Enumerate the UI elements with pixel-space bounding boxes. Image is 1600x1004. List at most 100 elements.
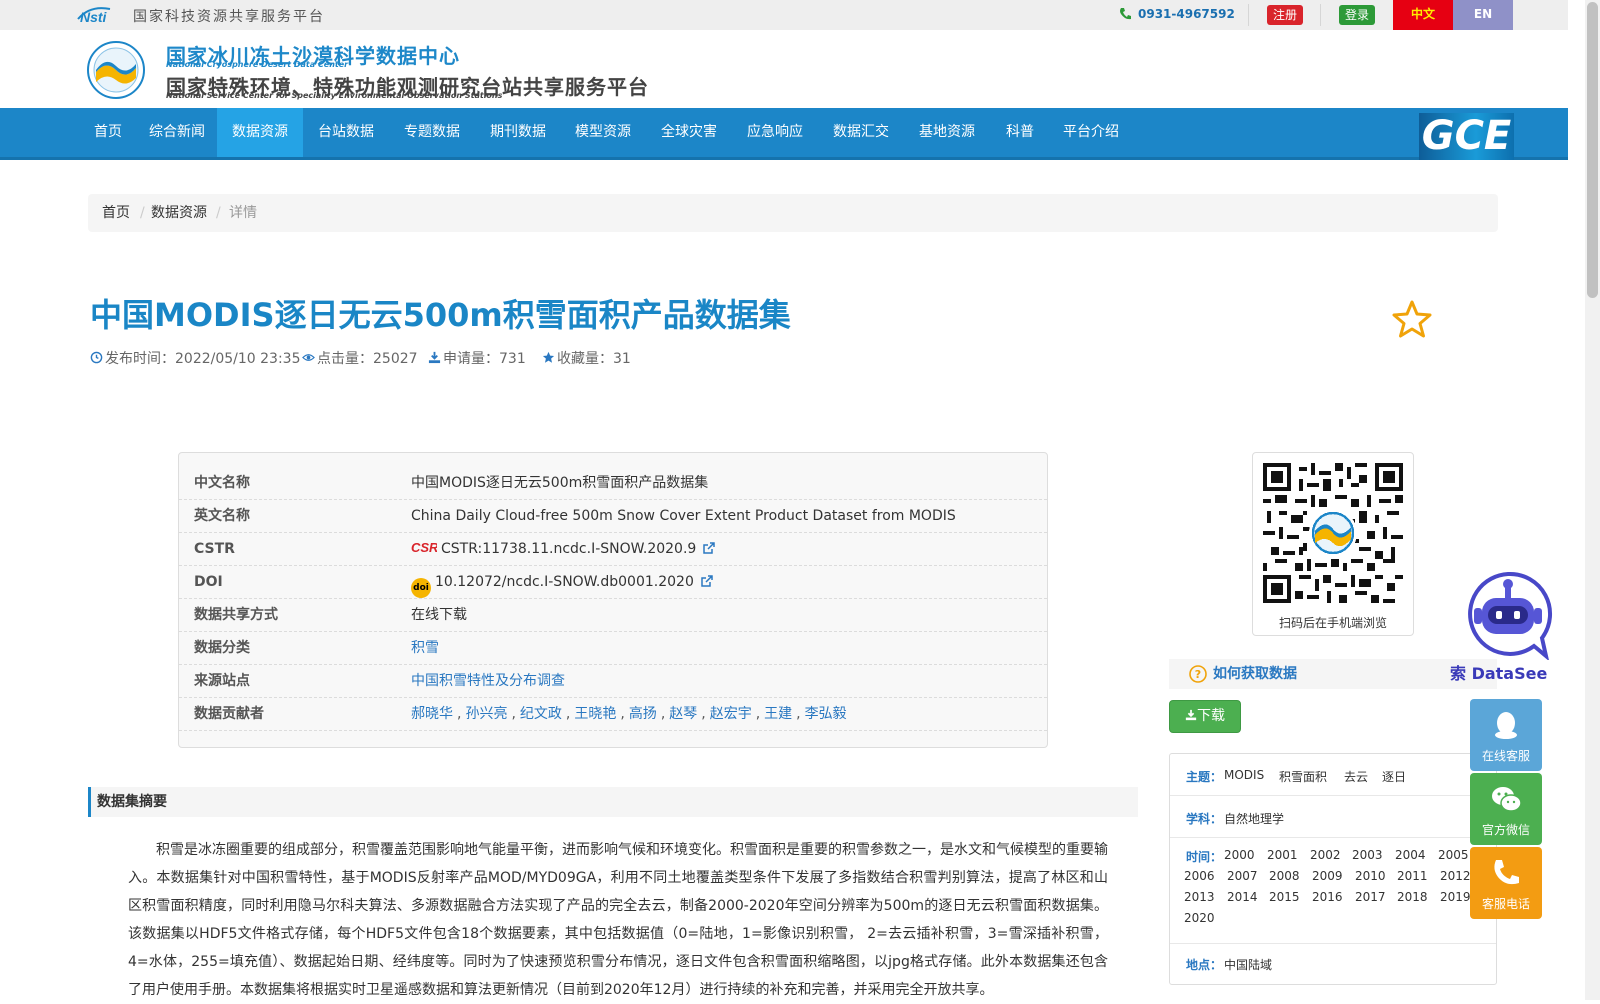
year-tag[interactable]: 2007 — [1227, 869, 1258, 883]
cstr-link[interactable]: CSTR:11738.11.ncdc.I-SNOW.2020.9 — [441, 541, 696, 557]
year-tag[interactable]: 2018 — [1397, 890, 1428, 904]
download-icon — [1185, 709, 1197, 721]
contributor-link[interactable]: 王建 — [764, 706, 792, 722]
external-link-icon[interactable] — [702, 541, 716, 555]
qr-code-image — [1263, 463, 1403, 603]
category-link[interactable]: 积雪 — [411, 632, 439, 665]
contributor-link[interactable]: 纪文政 — [520, 706, 562, 722]
doi-link[interactable]: 10.12072/ncdc.I-SNOW.db0001.2020 — [435, 574, 694, 590]
nav-item-emergency[interactable]: 应急响应 — [739, 108, 811, 157]
lang-en-button[interactable]: EN — [1453, 0, 1513, 30]
data-center-logo[interactable] — [86, 40, 146, 100]
robot-assistant-icon[interactable] — [1462, 568, 1554, 660]
year-tag[interactable]: 2001 — [1267, 848, 1298, 862]
phone-icon — [1494, 860, 1519, 885]
breadcrumb-home[interactable]: 首页 — [102, 194, 130, 232]
contributor-link[interactable]: 赵琴 — [669, 706, 697, 722]
nav-item-thematic-data[interactable]: 专题数据 — [396, 108, 468, 157]
hotline-label[interactable]: 客服电话 — [1470, 895, 1542, 912]
scrollbar-thumb[interactable] — [1587, 2, 1598, 298]
nav-item-base-resources[interactable]: 基地资源 — [911, 108, 983, 157]
platform-subtitle-en: National Service Center for Speciality E… — [166, 91, 503, 100]
year-tag[interactable]: 2015 — [1269, 890, 1300, 904]
center-title-en: National Cryosphere Desert Data Center — [166, 60, 349, 69]
gce-badge[interactable]: GCE — [1419, 113, 1514, 160]
abstract-heading: 数据集摘要 — [88, 787, 1138, 817]
contributor-link[interactable]: 赵宏宇 — [710, 706, 752, 722]
nav-item-station-data[interactable]: 台站数据 — [310, 108, 382, 157]
year-tag[interactable]: 2008 — [1269, 869, 1300, 883]
year-tag[interactable]: 2000 — [1224, 848, 1255, 862]
year-tag[interactable]: 2017 — [1355, 890, 1386, 904]
nsti-logo-text: Nsti — [80, 9, 108, 25]
platform-name[interactable]: 国家科技资源共享服务平台 — [133, 6, 325, 26]
nav-item-about[interactable]: 平台介绍 — [1055, 108, 1127, 157]
wechat-label[interactable]: 官方微信 — [1470, 821, 1542, 838]
year-tag[interactable]: 2014 — [1227, 890, 1258, 904]
topic-tag[interactable]: 积雪面积 — [1279, 768, 1327, 785]
discipline-tag[interactable]: 自然地理学 — [1224, 810, 1284, 827]
lang-zh-button[interactable]: 中文 — [1393, 0, 1453, 30]
year-tag[interactable]: 2016 — [1312, 890, 1343, 904]
wechat-button[interactable]: 官方微信 — [1470, 773, 1542, 845]
year-tag[interactable]: 2006 — [1184, 869, 1215, 883]
info-row-cstr: CSTR CSR CSTR:11738.11.ncdc.I-SNOW.2020.9 — [179, 533, 1047, 566]
favorites-value: 31 — [613, 351, 631, 367]
contributor-link[interactable]: 李弘毅 — [805, 706, 847, 722]
svg-text:?: ? — [1195, 668, 1201, 681]
breadcrumb-data-resources[interactable]: 数据资源 — [151, 194, 207, 232]
station-link[interactable]: 中国积雪特性及分布调查 — [411, 665, 565, 698]
assistant-caption[interactable]: 索 DataSee — [1450, 660, 1568, 684]
contributor-link[interactable]: 高扬 — [629, 706, 657, 722]
year-tag[interactable]: 2013 — [1184, 890, 1215, 904]
year-tag[interactable]: 2009 — [1312, 869, 1343, 883]
year-tag[interactable]: 2020 — [1184, 911, 1215, 925]
nav-item-data-submission[interactable]: 数据汇交 — [825, 108, 897, 157]
star-icon — [542, 351, 555, 363]
year-tag[interactable]: 2011 — [1397, 869, 1428, 883]
place-tag[interactable]: 中国陆域 — [1224, 956, 1272, 973]
nav-item-model-resources[interactable]: 模型资源 — [567, 108, 639, 157]
year-tag[interactable]: 2002 — [1310, 848, 1341, 862]
divider — [1248, 4, 1249, 26]
login-button[interactable]: 登录 — [1339, 5, 1375, 25]
year-tag[interactable]: 2012 — [1440, 869, 1471, 883]
external-link-icon[interactable] — [700, 574, 714, 588]
topic-tag[interactable]: MODIS — [1224, 768, 1264, 782]
topic-tag[interactable]: 去云 — [1344, 768, 1368, 785]
page-title: 中国MODIS逐日无云500m积雪面积产品数据集 — [90, 296, 791, 334]
nsti-logo[interactable]: Nsti — [76, 3, 128, 25]
online-service-label[interactable]: 在线客服 — [1470, 747, 1542, 764]
year-tag[interactable]: 2005 — [1438, 848, 1469, 862]
year-tag[interactable]: 2004 — [1395, 848, 1426, 862]
info-row-en-name: 英文名称 China Daily Cloud-free 500m Snow Co… — [179, 500, 1047, 533]
favorite-star-icon[interactable] — [1391, 299, 1433, 339]
nav-item-news[interactable]: 综合新闻 — [138, 108, 216, 157]
place-label: 地点： — [1186, 958, 1223, 972]
hotline-button[interactable]: 客服电话 — [1470, 847, 1542, 919]
contributor-link[interactable]: 王晓艳 — [574, 706, 616, 722]
nav-item-data-resources[interactable]: 数据资源 — [217, 108, 303, 157]
online-service-button[interactable]: 在线客服 — [1470, 699, 1542, 771]
publish-label: 发布时间： — [105, 351, 175, 367]
publish-time: 发布时间：2022/05/10 23:35 — [90, 348, 301, 368]
place-section: 地点： 中国陆域 — [1170, 944, 1496, 984]
topic-tag[interactable]: 逐日 — [1382, 768, 1406, 785]
download-label[interactable]: 下载 — [1197, 708, 1225, 724]
nav-item-journal-data[interactable]: 期刊数据 — [482, 108, 554, 157]
download-button[interactable]: 下载 — [1169, 700, 1241, 733]
qr-code-box: 扫码后在手机端浏览 — [1252, 452, 1414, 636]
year-tag[interactable]: 2010 — [1355, 869, 1386, 883]
year-tag[interactable]: 2019 — [1440, 890, 1471, 904]
nav-item-home[interactable]: 首页 — [88, 108, 128, 157]
year-tag[interactable]: 2003 — [1352, 848, 1383, 862]
breadcrumb: 首页 / 数据资源 / 详情 — [88, 194, 1498, 232]
how-to-label[interactable]: 如何获取数据 — [1213, 659, 1297, 689]
nav-item-global-disasters[interactable]: 全球灾害 — [653, 108, 725, 157]
contributor-link[interactable]: 郝晓华 — [411, 706, 453, 722]
register-button[interactable]: 注册 — [1267, 5, 1303, 25]
nav-item-science[interactable]: 科普 — [998, 108, 1042, 157]
topic-section: 主题： MODIS 积雪面积 去云 逐日 — [1170, 754, 1496, 796]
contributor-link[interactable]: 孙兴亮 — [465, 706, 507, 722]
how-to-get-data[interactable]: ? 如何获取数据 — [1169, 659, 1497, 689]
